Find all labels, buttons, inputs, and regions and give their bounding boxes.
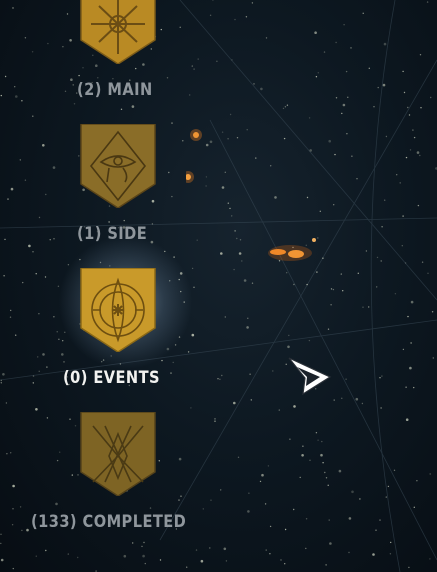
category-label-events: (0) EVENTS [63,368,160,388]
category-label-main: (2) MAIN [77,80,153,100]
ship-marker-icon [186,129,202,183]
star-eye-emblem-icon [80,268,156,352]
eye-of-horus-emblem-icon [80,124,156,208]
category-label-completed: (133) COMPLETED [31,512,187,532]
category-label-side: (1) SIDE [77,224,148,244]
lattice-emblem-icon [80,412,156,496]
quest-map-screen: (2) MAIN (1) SIDE (0) EVENTS (133) COMPL… [0,0,437,572]
fleet-marker-icon [268,238,316,261]
knot-emblem-icon [80,0,156,64]
arrow-cursor-icon [288,357,332,396]
